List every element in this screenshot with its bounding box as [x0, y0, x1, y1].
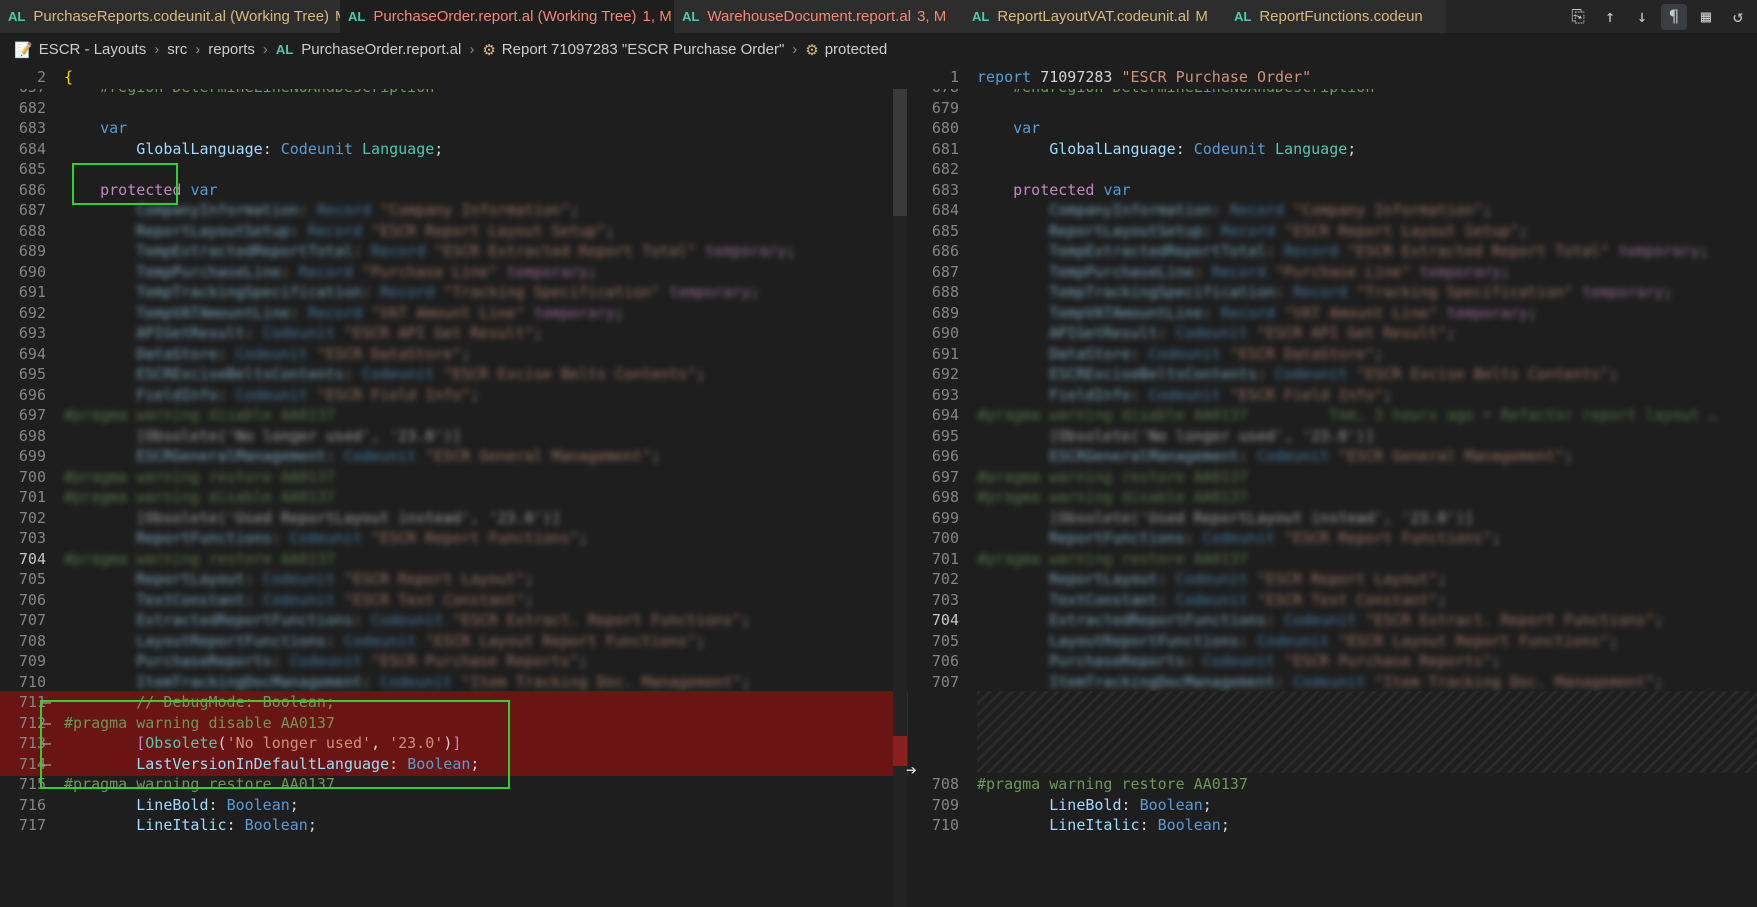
al-file-icon: AL: [8, 9, 26, 24]
code-text: {: [64, 68, 74, 86]
breadcrumb-item[interactable]: src: [167, 41, 187, 58]
line-number: 710: [931, 816, 959, 834]
al-file-icon: AL: [1234, 9, 1252, 24]
map-icon[interactable]: ▦: [1693, 4, 1719, 30]
highlight-box-deleted-lines: [40, 700, 510, 789]
left-scrollbar[interactable]: [893, 66, 907, 907]
tab-1[interactable]: AL PurchaseReports.codeunit.al (Working T…: [0, 0, 348, 33]
pilcrow-icon[interactable]: ¶: [1661, 3, 1687, 30]
tab-status: M: [1195, 8, 1208, 25]
breadcrumb-item[interactable]: ESCR - Layouts: [39, 41, 147, 58]
symbol-icon: ⚙: [482, 41, 496, 59]
diff-filler-hatch: [977, 691, 1757, 773]
tab-4[interactable]: AL ReportLayoutVAT.codeunit.al M: [964, 0, 1227, 33]
tab-3[interactable]: AL WarehouseDocument.report.al 3, M: [674, 0, 965, 33]
arrow-up-icon[interactable]: ↑: [1597, 4, 1623, 30]
symbol-icon: ⚙: [805, 41, 819, 59]
revert-icon[interactable]: ↺: [1725, 4, 1751, 30]
breadcrumb: 📝 ESCR - Layouts › src › reports › AL PurchaseOr…: [0, 33, 1757, 66]
sticky-scroll-line[interactable]: 2{: [0, 66, 908, 89]
breadcrumb-item[interactable]: Report 71097283 "ESCR Purchase Order": [502, 41, 784, 58]
code-text: report 71097283 "ESCR Purchase Order": [977, 68, 1312, 86]
line-number: 717: [18, 816, 46, 834]
scrollbar-change-marker: [893, 736, 907, 766]
open-changes-icon[interactable]: ⎘: [1565, 4, 1591, 30]
tab-label: PurchaseOrder.report.al (Working Tree): [373, 8, 637, 25]
al-file-icon: AL: [682, 9, 700, 24]
arrow-down-icon[interactable]: ↓: [1629, 4, 1655, 30]
breadcrumb-item[interactable]: reports: [208, 41, 255, 58]
right-editor[interactable]: 1 report 71097283 "ESCR Purchase Order" 67…: [917, 66, 1757, 907]
tab-status: 1, M: [642, 8, 672, 25]
tab-2[interactable]: AL PurchaseOrder.report.al (Working Tree)…: [340, 0, 695, 33]
line-number: 707: [931, 672, 959, 691]
tab-5[interactable]: AL ReportFunctions.codeun: [1226, 0, 1447, 33]
highlight-box-protected: [72, 163, 178, 205]
folder-icon: 📝: [14, 41, 33, 59]
line-number: 1: [949, 68, 959, 86]
sticky-scroll-line[interactable]: 1 report 71097283 "ESCR Purchase Order": [917, 66, 1757, 89]
line-number: 2: [36, 68, 46, 86]
tab-label: WarehouseDocument.report.al: [707, 8, 912, 25]
tab-label: ReportLayoutVAT.codeunit.al: [997, 8, 1190, 25]
tab-status: 3, M: [917, 8, 947, 25]
chevron-right-icon: ›: [469, 41, 475, 58]
chevron-right-icon: ›: [195, 41, 201, 58]
editor-actions: ⎘ ↑ ↓ ¶ ▦ ↺: [1559, 0, 1757, 33]
tab-bar: AL PurchaseReports.codeunit.al (Working T…: [0, 0, 1757, 33]
al-file-icon: AL: [972, 9, 990, 24]
code-line[interactable]: 710 LineItalic: Boolean;: [917, 814, 1757, 837]
chevron-right-icon: ›: [792, 41, 798, 58]
code-text: LineItalic: Boolean;: [1049, 816, 1230, 834]
revert-arrow-icon[interactable]: ➔: [906, 760, 917, 781]
tab-label: ReportFunctions.codeun: [1259, 8, 1423, 25]
breadcrumb-item[interactable]: protected: [825, 41, 888, 58]
code-text: LineItalic: Boolean;: [136, 816, 317, 834]
al-file-icon: AL: [275, 42, 294, 57]
breadcrumb-item[interactable]: PurchaseOrder.report.al: [301, 41, 461, 58]
tab-label: PurchaseReports.codeunit.al (Working Tre…: [33, 8, 330, 25]
code-line[interactable]: 717 LineItalic: Boolean;: [0, 814, 908, 837]
chevron-right-icon: ›: [154, 41, 160, 58]
chevron-right-icon: ›: [262, 41, 268, 58]
al-file-icon: AL: [348, 9, 366, 24]
